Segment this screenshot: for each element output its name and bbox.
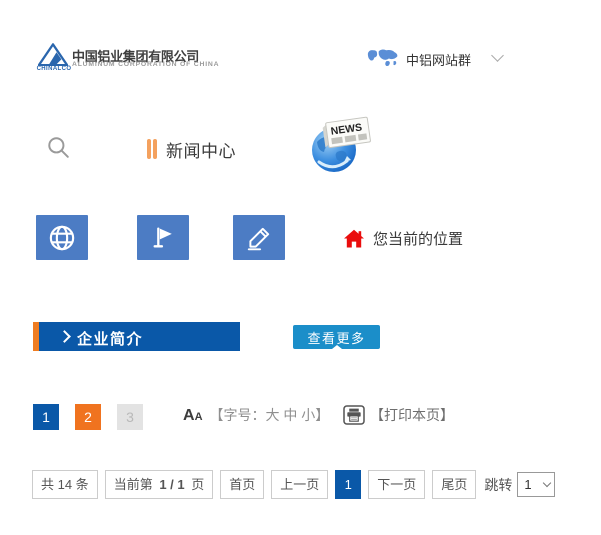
site-group-dropdown[interactable]: 中铝网站群 [366, 46, 511, 72]
page-badge-label: 2 [84, 409, 92, 425]
breadcrumb-label: 您当前的位置 [373, 228, 463, 249]
flag-tile-button[interactable] [137, 215, 189, 260]
page-badge-3[interactable]: 3 [117, 404, 143, 430]
last-page-button[interactable]: 尾页 [432, 470, 476, 499]
first-page-button[interactable]: 首页 [220, 470, 264, 499]
site-group-label: 中铝网站群 [406, 50, 471, 69]
view-more-label: 查看更多 [307, 328, 365, 347]
home-icon[interactable] [344, 229, 364, 248]
banner-accent-edge [33, 322, 39, 351]
company-name-en: ALUMINUM CORPORATION OF CHINA [72, 61, 219, 68]
breadcrumb: 您当前的位置 [344, 228, 463, 249]
section-title: 企业简介 [77, 328, 143, 349]
news-section-header: 新闻中心 [147, 138, 236, 160]
logo-brand-text: CHINALCO [33, 66, 75, 72]
jump-page-select[interactable]: 1 [517, 472, 555, 497]
font-size-icon: A [183, 407, 195, 425]
view-more-button[interactable]: 查看更多 [293, 325, 380, 349]
world-map-icon [366, 48, 399, 69]
jump-label: 跳转 [484, 475, 512, 495]
chevron-right-icon [58, 330, 71, 343]
page-badge-label: 1 [42, 409, 50, 425]
page-badge-2[interactable]: 2 [75, 404, 101, 430]
flag-icon [150, 224, 177, 251]
news-section-title: 新闻中心 [166, 137, 236, 162]
font-size-widget[interactable]: A A 【字号：大 中 小】 [183, 406, 329, 425]
page-badge-label: 3 [126, 409, 134, 425]
font-size-label: 【字号：大 中 小】 [210, 406, 330, 425]
chinalco-logo-icon [38, 43, 68, 66]
pagination-total: 共 14 条 [32, 470, 98, 499]
pagination-current-info: 当前第 1 / 1 页 [105, 470, 214, 499]
edit-tile-button[interactable] [233, 215, 285, 260]
search-icon [46, 135, 70, 159]
jump-page-value: 1 [524, 477, 531, 492]
company-logo[interactable]: CHINALCO 中国铝业集团有限公司 ALUMINUM CORPORATION… [33, 37, 283, 77]
pagination-current-prefix: 当前第 [114, 477, 153, 492]
globe-tile-button[interactable] [36, 215, 88, 260]
pagination-current-suffix: 页 [191, 477, 204, 492]
pagination-current-value: 1 / 1 [159, 477, 184, 492]
news-globe-icon: NEWS [307, 116, 371, 174]
print-page-widget[interactable]: 【打印本页】 [343, 405, 454, 425]
section-banner[interactable]: 企业简介 [33, 322, 240, 351]
font-size-icon-small: A [195, 409, 203, 425]
pencil-icon [245, 224, 273, 252]
print-page-label: 【打印本页】 [370, 405, 454, 425]
accent-bar [153, 139, 157, 159]
globe-icon [47, 223, 77, 253]
current-page-button[interactable]: 1 [335, 470, 361, 499]
page-badge-1[interactable]: 1 [33, 404, 59, 430]
accent-bar [147, 139, 151, 159]
page: CHINALCO 中国铝业集团有限公司 ALUMINUM CORPORATION… [0, 0, 601, 535]
chevron-down-icon [491, 49, 504, 62]
next-page-button[interactable]: 下一页 [368, 470, 425, 499]
printer-icon [343, 405, 365, 425]
pagination-bar: 共 14 条 当前第 1 / 1 页 首页 上一页 1 下一页 尾页 跳转 1 [32, 470, 555, 499]
chevron-down-icon [543, 479, 551, 487]
search-button[interactable] [46, 135, 72, 161]
prev-page-button[interactable]: 上一页 [271, 470, 328, 499]
